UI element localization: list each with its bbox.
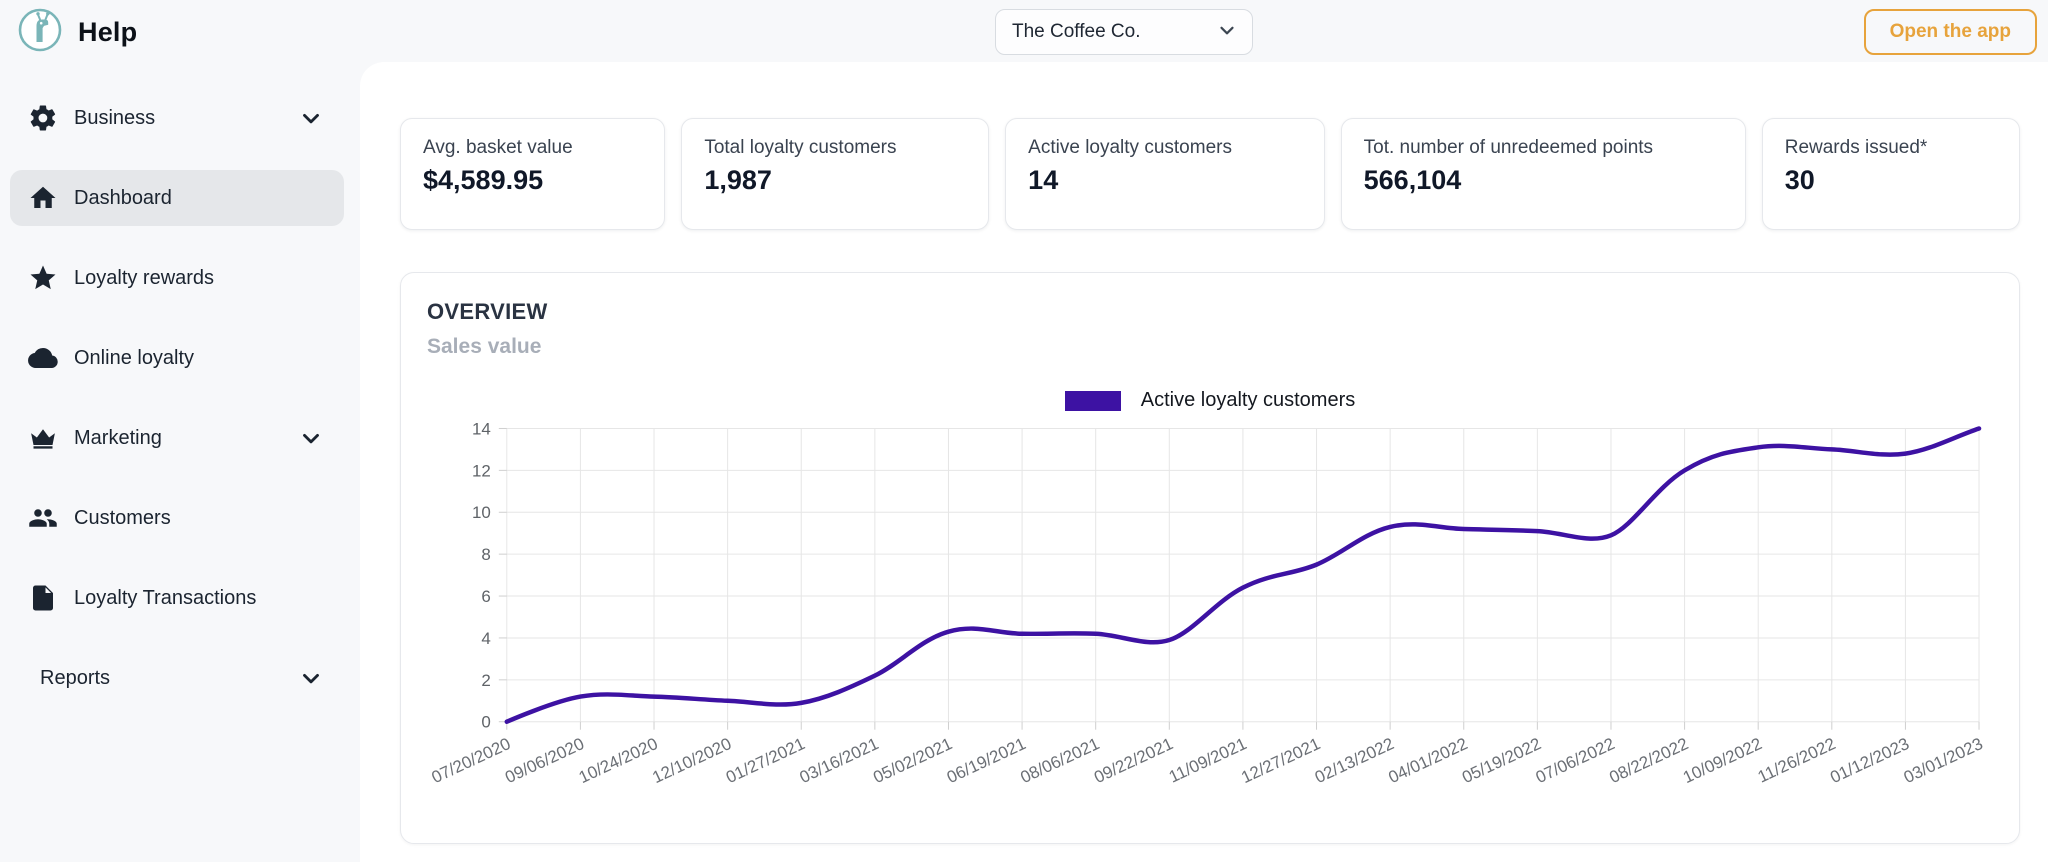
users-icon	[28, 503, 58, 533]
chevron-down-icon	[298, 425, 324, 451]
sidebar-item-label: Reports	[40, 667, 110, 690]
tick-label: 8	[481, 545, 490, 564]
tick-label: 06/19/2021	[944, 734, 1029, 787]
chart-legend[interactable]: Active loyalty customers	[427, 389, 1993, 412]
tick-label: 11/26/2022	[1755, 734, 1839, 787]
chevron-down-icon	[298, 665, 324, 691]
stat-card-active-loyalty-customers: Active loyalty customers 14	[1005, 118, 1324, 230]
sidebar-item-online-loyalty[interactable]: Online loyalty	[10, 330, 344, 386]
overview-card: OVERVIEW Sales value Active loyalty cust…	[400, 272, 2020, 844]
tick-label: 11/09/2021	[1166, 734, 1250, 787]
tick-label: 03/16/2021	[797, 734, 882, 787]
crown-icon	[28, 423, 58, 453]
tick-label: 2	[481, 671, 490, 690]
stat-value: 14	[1028, 165, 1301, 196]
document-icon	[28, 583, 58, 613]
overview-subtitle: Sales value	[427, 335, 1993, 359]
sales-chart-svg: 0 2 4 6 8 10 12 14 07/20/202009/06/202010/24/202…	[427, 416, 1993, 814]
workspace-selector-value: The Coffee Co.	[1012, 21, 1216, 43]
stat-value: $4,589.95	[423, 165, 642, 196]
stat-card-total-loyalty-customers: Total loyalty customers 1,987	[681, 118, 989, 230]
tick-label: 08/22/2022	[1606, 734, 1691, 787]
star-icon	[28, 263, 58, 293]
tick-label: 6	[481, 587, 490, 606]
tick-label: 07/06/2022	[1533, 734, 1618, 787]
tick-label: 14	[472, 419, 491, 438]
brand: Help	[18, 8, 137, 57]
tick-label: 08/06/2021	[1018, 734, 1103, 787]
tick-label: 4	[481, 629, 490, 648]
tick-label: 04/01/2022	[1386, 734, 1471, 787]
tick-label: 01/27/2021	[723, 734, 808, 787]
home-icon	[28, 183, 58, 213]
stat-label: Active loyalty customers	[1028, 137, 1301, 159]
tick-label: 01/12/2023	[1827, 734, 1912, 787]
tick-label: 02/13/2022	[1312, 734, 1397, 787]
chevron-down-icon	[1216, 19, 1238, 46]
open-the-app-button[interactable]: Open the app	[1864, 9, 2037, 55]
sales-chart: 0 2 4 6 8 10 12 14 07/20/202009/06/202010/24/202…	[427, 416, 1993, 814]
tick-label: 03/01/2023	[1901, 734, 1986, 787]
sidebar-item-marketing[interactable]: Marketing	[10, 410, 344, 466]
giraffe-logo-icon	[18, 8, 62, 57]
sidebar-item-label: Online loyalty	[74, 347, 194, 370]
sidebar-item-business[interactable]: Business	[10, 90, 344, 146]
stat-value: 1,987	[704, 165, 966, 196]
sidebar-item-reports[interactable]: Reports	[10, 650, 344, 706]
sidebar-item-label: Dashboard	[74, 187, 172, 210]
stat-card-avg-basket-value: Avg. basket value $4,589.95	[400, 118, 665, 230]
legend-swatch	[1065, 391, 1121, 411]
main-content: Avg. basket value $4,589.95 Total loyalty …	[360, 62, 2048, 862]
sidebar-item-label: Marketing	[74, 427, 162, 450]
tick-label: 10/24/2020	[576, 734, 661, 787]
tick-label: 05/02/2021	[870, 734, 955, 787]
legend-label: Active loyalty customers	[1141, 389, 1356, 412]
tick-label: 07/20/2020	[429, 734, 514, 787]
stat-value: 30	[1785, 165, 1997, 196]
stat-value: 566,104	[1364, 165, 1723, 196]
stat-card-rewards-issued: Rewards issued* 30	[1762, 118, 2020, 230]
tick-label: 05/19/2022	[1459, 734, 1544, 787]
stat-label: Total loyalty customers	[704, 137, 966, 159]
stat-label: Tot. number of unredeemed points	[1364, 137, 1723, 159]
stat-label: Rewards issued*	[1785, 137, 1997, 159]
tick-label: 10/09/2022	[1680, 734, 1765, 787]
page: Help The Coffee Co. Open the app Busines…	[0, 0, 2048, 862]
workspace-selector[interactable]: The Coffee Co.	[995, 9, 1253, 55]
axis-ticks	[499, 428, 1979, 729]
sidebar-item-customers[interactable]: Customers	[10, 490, 344, 546]
tick-label: 09/22/2021	[1091, 734, 1176, 787]
grid-lines	[507, 428, 1979, 721]
tick-label: 12/10/2020	[649, 734, 734, 787]
sidebar-item-label: Loyalty Transactions	[74, 587, 256, 610]
tick-label: 09/06/2020	[502, 734, 587, 787]
y-axis-labels: 0 2 4 6 8 10 12 14	[472, 419, 491, 731]
top-header: Help The Coffee Co. Open the app	[0, 0, 2048, 62]
tick-label: 10	[472, 503, 491, 522]
stat-label: Avg. basket value	[423, 137, 642, 159]
sidebar-item-label: Business	[74, 107, 155, 130]
tick-label: 12	[472, 461, 491, 480]
stats-row: Avg. basket value $4,589.95 Total loyalty …	[400, 118, 2020, 230]
x-axis-labels: 07/20/202009/06/202010/24/202012/10/2020…	[429, 734, 1986, 787]
tick-label: 12/27/2021	[1238, 734, 1323, 787]
cloud-icon	[28, 343, 58, 373]
sidebar-nav: Business Dashboard Loyalty rewards Online l…	[0, 62, 360, 862]
stat-card-tot-number-of-unredeemed-points: Tot. number of unredeemed points 566,104	[1341, 118, 1746, 230]
sidebar-item-loyalty-transactions[interactable]: Loyalty Transactions	[10, 570, 344, 626]
sidebar-item-loyalty-rewards[interactable]: Loyalty rewards	[10, 250, 344, 306]
gear-icon	[28, 103, 58, 133]
tick-label: 0	[481, 713, 490, 732]
page-title: Help	[78, 17, 137, 48]
sidebar-item-label: Customers	[74, 507, 171, 530]
sidebar-item-dashboard[interactable]: Dashboard	[10, 170, 344, 226]
overview-title: OVERVIEW	[427, 299, 1993, 325]
sidebar-item-label: Loyalty rewards	[74, 267, 214, 290]
chevron-down-icon	[298, 105, 324, 131]
